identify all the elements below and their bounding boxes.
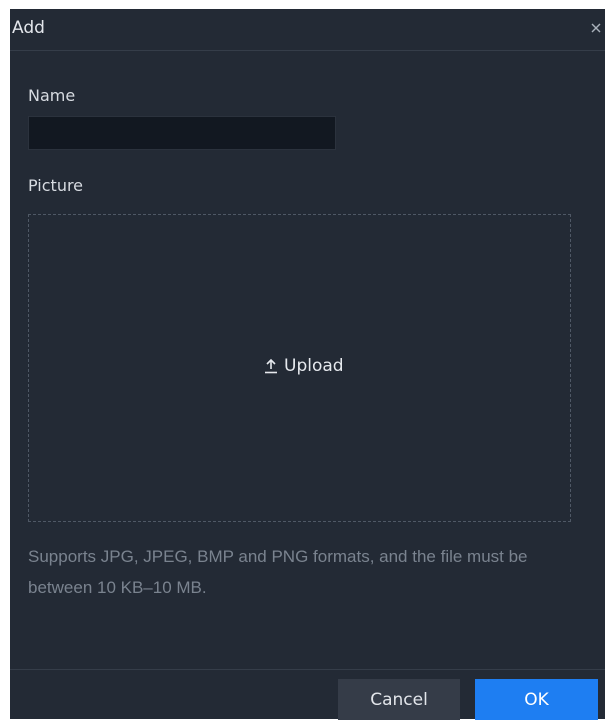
dialog-title: Add bbox=[12, 18, 45, 38]
name-input[interactable] bbox=[28, 116, 336, 150]
close-icon[interactable] bbox=[589, 20, 603, 34]
picture-upload-area[interactable]: Upload bbox=[28, 214, 571, 522]
cancel-button[interactable]: Cancel bbox=[338, 679, 460, 720]
add-dialog: Add Name Picture Upload Supports JPG, JP… bbox=[10, 9, 605, 720]
name-label: Name bbox=[28, 86, 76, 105]
dialog-footer: Cancel OK bbox=[10, 669, 605, 720]
upload-label: Upload bbox=[284, 356, 344, 376]
ok-button[interactable]: OK bbox=[475, 679, 598, 720]
dialog-header: Add bbox=[10, 9, 605, 51]
picture-label: Picture bbox=[28, 176, 84, 195]
upload-icon bbox=[262, 357, 280, 375]
format-hint: Supports JPG, JPEG, BMP and PNG formats,… bbox=[28, 547, 528, 597]
upload-button[interactable]: Upload bbox=[262, 354, 344, 378]
